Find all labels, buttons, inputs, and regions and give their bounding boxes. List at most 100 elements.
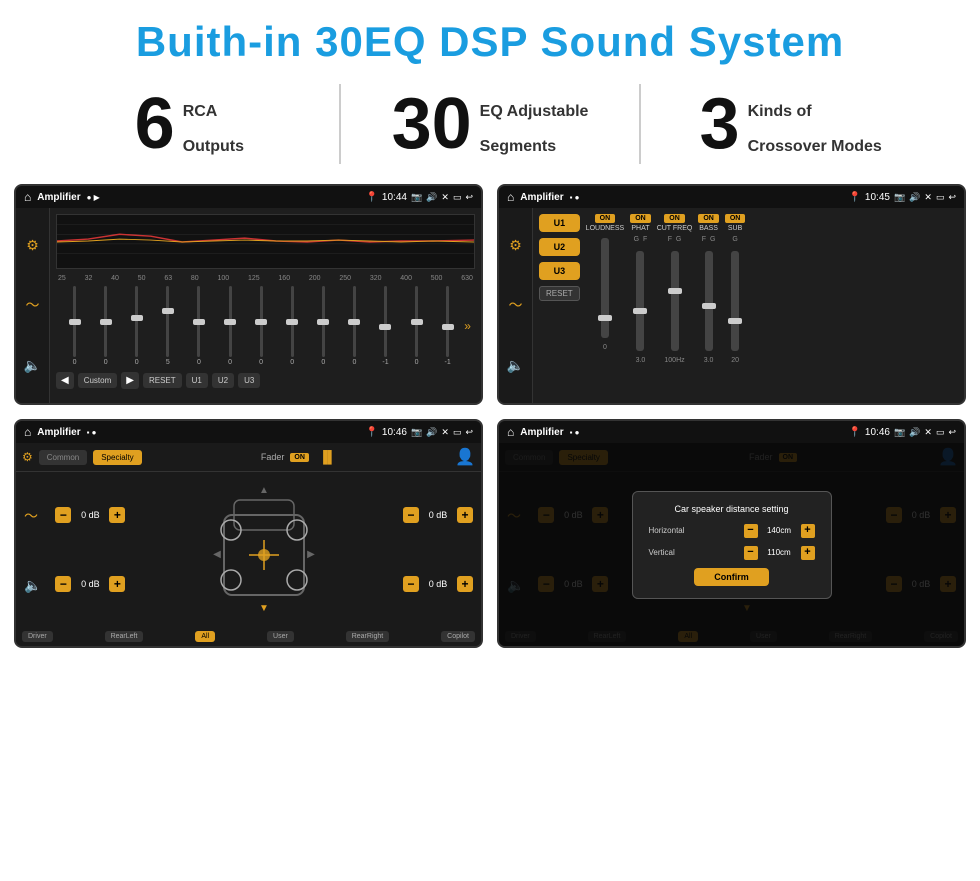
speaker-icon-2[interactable]: 🔈 bbox=[507, 357, 524, 374]
home-icon-2[interactable]: ⌂ bbox=[507, 190, 514, 204]
screen4-x-icon[interactable]: ✕ bbox=[924, 427, 932, 438]
screen3-time: 10:46 bbox=[382, 427, 407, 438]
eq-icon-3b[interactable]: 〜 bbox=[24, 506, 41, 526]
eq-slider-11: 0 bbox=[402, 286, 431, 366]
speaker-icon[interactable]: 🔈 bbox=[24, 357, 41, 374]
ch-bass-slider[interactable] bbox=[705, 251, 713, 351]
dialog-vertical-input: − 110cm + bbox=[744, 546, 815, 560]
back-icon-4[interactable]: ↩ bbox=[948, 427, 956, 438]
ch-sub: ON SUB G 20 bbox=[725, 214, 746, 397]
screen4-body-wrapper: Common Specialty Fader ON 👤 〜 🔈 −0 dB+ −… bbox=[499, 443, 964, 646]
ch-cutfreq-slider[interactable] bbox=[671, 251, 679, 351]
screen2-x-icon[interactable]: ✕ bbox=[924, 192, 932, 203]
ch-phat-on[interactable]: ON bbox=[630, 214, 651, 223]
eq-u1-btn[interactable]: U1 bbox=[186, 373, 208, 388]
eq-custom-btn[interactable]: Custom bbox=[78, 373, 118, 388]
preset-u3[interactable]: U3 bbox=[539, 262, 580, 280]
tab-common[interactable]: Common bbox=[39, 450, 87, 465]
wave-icon-2[interactable]: 〜 bbox=[509, 295, 523, 315]
screen2-dots: ▪ ● bbox=[570, 193, 580, 202]
stat-eq: 30 EQ Adjustable Segments bbox=[361, 88, 620, 160]
screen2-presets: U1 U2 U3 RESET bbox=[539, 214, 580, 397]
expand-icon[interactable]: » bbox=[464, 319, 471, 333]
dialog-vertical-minus[interactable]: − bbox=[744, 546, 758, 560]
ch-phat-slider[interactable] bbox=[636, 251, 644, 351]
eq-prev-btn[interactable]: ◀ bbox=[56, 372, 74, 389]
screen1-status-bar: ⌂ Amplifier ● ▶ 📍 10:44 📷 🔊 ✕ ▭ ↩ bbox=[16, 186, 481, 208]
vol-plus-tl[interactable]: + bbox=[109, 507, 125, 523]
btn-all[interactable]: All bbox=[195, 631, 215, 642]
ch-cutfreq-on[interactable]: ON bbox=[664, 214, 685, 223]
vol-minus-bl[interactable]: − bbox=[55, 576, 71, 592]
screen1-x-icon[interactable]: ✕ bbox=[441, 192, 449, 203]
eq-icon[interactable]: ⚙ bbox=[26, 237, 39, 254]
speaker-icon-3[interactable]: 🔈 bbox=[24, 577, 41, 594]
ch-sub-slider[interactable] bbox=[731, 251, 739, 351]
back-icon-2[interactable]: ↩ bbox=[948, 192, 956, 203]
screen2-channels: ON LOUDNESS 0 ON PHAT G F 3.0 bbox=[586, 214, 958, 397]
screen2-app-title: Amplifier bbox=[520, 192, 563, 203]
vol-minus-tr[interactable]: − bbox=[403, 507, 419, 523]
tab-specialty[interactable]: Specialty bbox=[93, 450, 141, 465]
vol-row-br: − 0 dB + bbox=[403, 576, 473, 592]
eq-slider-4: 0 bbox=[184, 286, 213, 366]
stat-rca: 6 RCA Outputs bbox=[60, 88, 319, 160]
stat-text-crossover-1: Kinds of bbox=[748, 88, 882, 123]
back-icon-3[interactable]: ↩ bbox=[465, 427, 473, 438]
screen3-x-icon[interactable]: ✕ bbox=[441, 427, 449, 438]
btn-rearleft[interactable]: RearLeft bbox=[105, 631, 144, 642]
back-icon[interactable]: ↩ bbox=[465, 192, 473, 203]
home-icon[interactable]: ⌂ bbox=[24, 190, 31, 204]
preset-u2[interactable]: U2 bbox=[539, 238, 580, 256]
home-icon-4[interactable]: ⌂ bbox=[507, 425, 514, 439]
ch-cutfreq: ON CUT FREQ F G 100Hz bbox=[657, 214, 693, 397]
vol-minus-tl[interactable]: − bbox=[55, 507, 71, 523]
vol-plus-tr[interactable]: + bbox=[457, 507, 473, 523]
vol-minus-br[interactable]: − bbox=[403, 576, 419, 592]
screen4-time: 10:46 bbox=[865, 427, 890, 438]
screen3-sidebar-full: 〜 🔈 bbox=[20, 476, 45, 623]
screen1-time: 10:44 bbox=[382, 192, 407, 203]
home-icon-3[interactable]: ⌂ bbox=[24, 425, 31, 439]
screen3-app-title: Amplifier bbox=[37, 427, 80, 438]
ch-loudness-on[interactable]: ON bbox=[595, 214, 616, 223]
eq-icon-2[interactable]: ⚙ bbox=[509, 237, 522, 254]
dialog-horizontal-minus[interactable]: − bbox=[744, 524, 758, 538]
btn-rearright[interactable]: RearRight bbox=[346, 631, 390, 642]
ch-loudness-slider[interactable] bbox=[601, 238, 609, 338]
eq-slider-8: 0 bbox=[309, 286, 338, 366]
volume-icon-2: 🔊 bbox=[909, 192, 920, 203]
wave-icon[interactable]: 〜 bbox=[26, 295, 40, 315]
header: Buith-in 30EQ DSP Sound System bbox=[0, 0, 980, 76]
dialog-horizontal-plus[interactable]: + bbox=[801, 524, 815, 538]
ch-bass-on[interactable]: ON bbox=[698, 214, 719, 223]
ch-sub-on[interactable]: ON bbox=[725, 214, 746, 223]
btn-driver[interactable]: Driver bbox=[22, 631, 53, 642]
vol-plus-bl[interactable]: + bbox=[109, 576, 125, 592]
eq-slider-12: -1 bbox=[433, 286, 462, 366]
eq-u3-btn[interactable]: U3 bbox=[238, 373, 260, 388]
fader-slider-handle[interactable]: ▐▌ bbox=[319, 450, 336, 464]
confirm-button[interactable]: Confirm bbox=[694, 568, 769, 586]
ch-phat-value: 3.0 bbox=[636, 357, 646, 364]
btn-user[interactable]: User bbox=[267, 631, 294, 642]
car-visualization: ▼ ▲ ◀ ▶ bbox=[135, 476, 393, 623]
eq-next-btn[interactable]: ▶ bbox=[121, 372, 139, 389]
ch-phat-label: PHAT bbox=[631, 225, 649, 232]
eq-reset-btn[interactable]: RESET bbox=[143, 373, 182, 388]
fader-on-badge: ON bbox=[290, 453, 309, 462]
vol-plus-br[interactable]: + bbox=[457, 576, 473, 592]
eq-slider-0: 0 bbox=[60, 286, 89, 366]
screen4-distance: ⌂ Amplifier ▪ ● 📍 10:46 📷 🔊 ✕ ▭ ↩ Common… bbox=[497, 419, 966, 648]
eq-u2-btn[interactable]: U2 bbox=[212, 373, 234, 388]
reset-btn-2[interactable]: RESET bbox=[539, 286, 580, 301]
btn-copilot[interactable]: Copilot bbox=[441, 631, 475, 642]
camera-icon-4: 📷 bbox=[894, 427, 905, 438]
dialog-vertical-plus[interactable]: + bbox=[801, 546, 815, 560]
eq-freq-labels: 25 32 40 50 63 80 100 125 160 200 250 32… bbox=[56, 275, 475, 282]
screen3-body: 〜 🔈 − 0 dB + − 0 dB + bbox=[16, 472, 481, 627]
eq-icon-3[interactable]: ⚙ bbox=[22, 450, 33, 464]
preset-u1[interactable]: U1 bbox=[539, 214, 580, 232]
screen1-main: 25 32 40 50 63 80 100 125 160 200 250 32… bbox=[50, 208, 481, 403]
screen1-status-left: ⌂ Amplifier ● ▶ bbox=[24, 190, 100, 204]
